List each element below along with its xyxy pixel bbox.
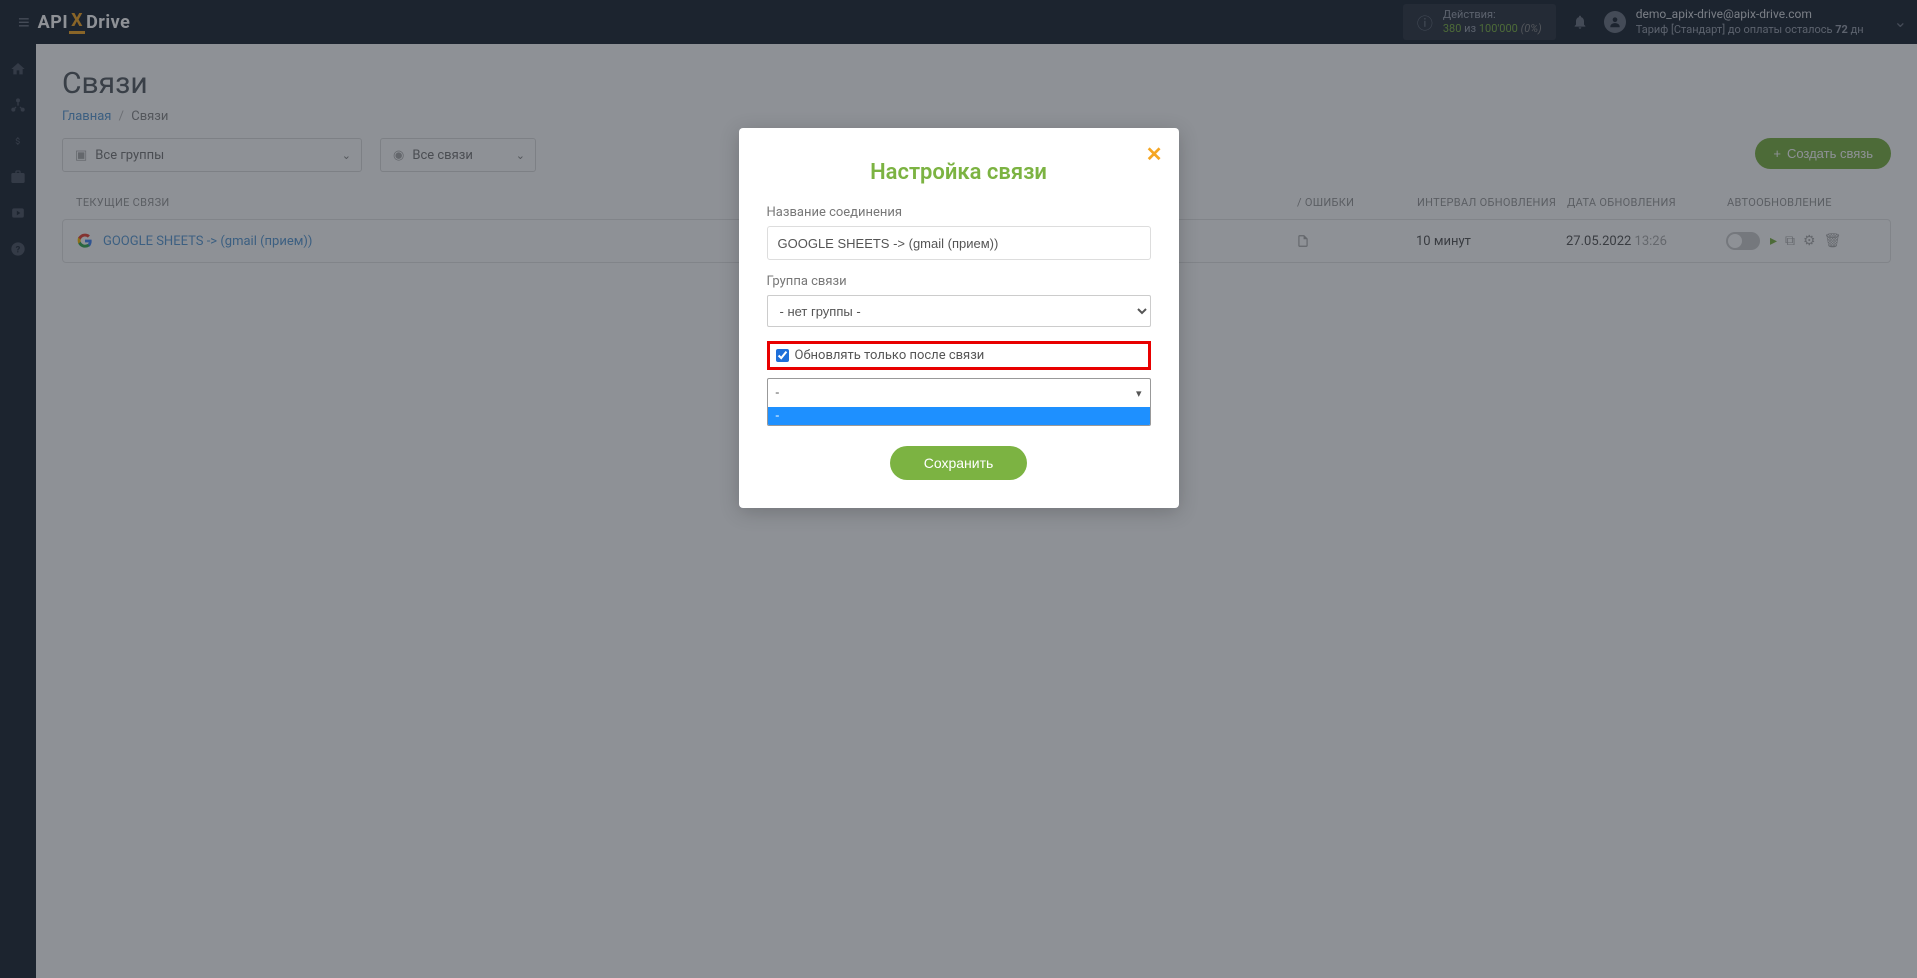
checkbox-label: Обновлять только после связи (795, 348, 985, 363)
dropdown-option[interactable]: - (768, 407, 1150, 425)
dropdown-selected: - (768, 379, 1150, 407)
close-icon[interactable]: ✕ (1146, 142, 1163, 166)
dependent-connection-select[interactable]: - - (767, 378, 1151, 426)
update-after-checkbox[interactable] (776, 349, 789, 362)
modal-overlay[interactable]: ✕ Настройка связи Название соединения Гр… (0, 0, 1917, 978)
group-select[interactable]: - нет группы - (767, 295, 1151, 327)
name-label: Название соединения (767, 205, 1151, 220)
save-button[interactable]: Сохранить (890, 446, 1028, 480)
connection-settings-modal: ✕ Настройка связи Название соединения Гр… (739, 128, 1179, 508)
group-label: Группа связи (767, 274, 1151, 289)
modal-title: Настройка связи (767, 160, 1151, 185)
connection-name-input[interactable] (767, 226, 1151, 260)
update-after-checkbox-row: Обновлять только после связи (767, 341, 1151, 370)
